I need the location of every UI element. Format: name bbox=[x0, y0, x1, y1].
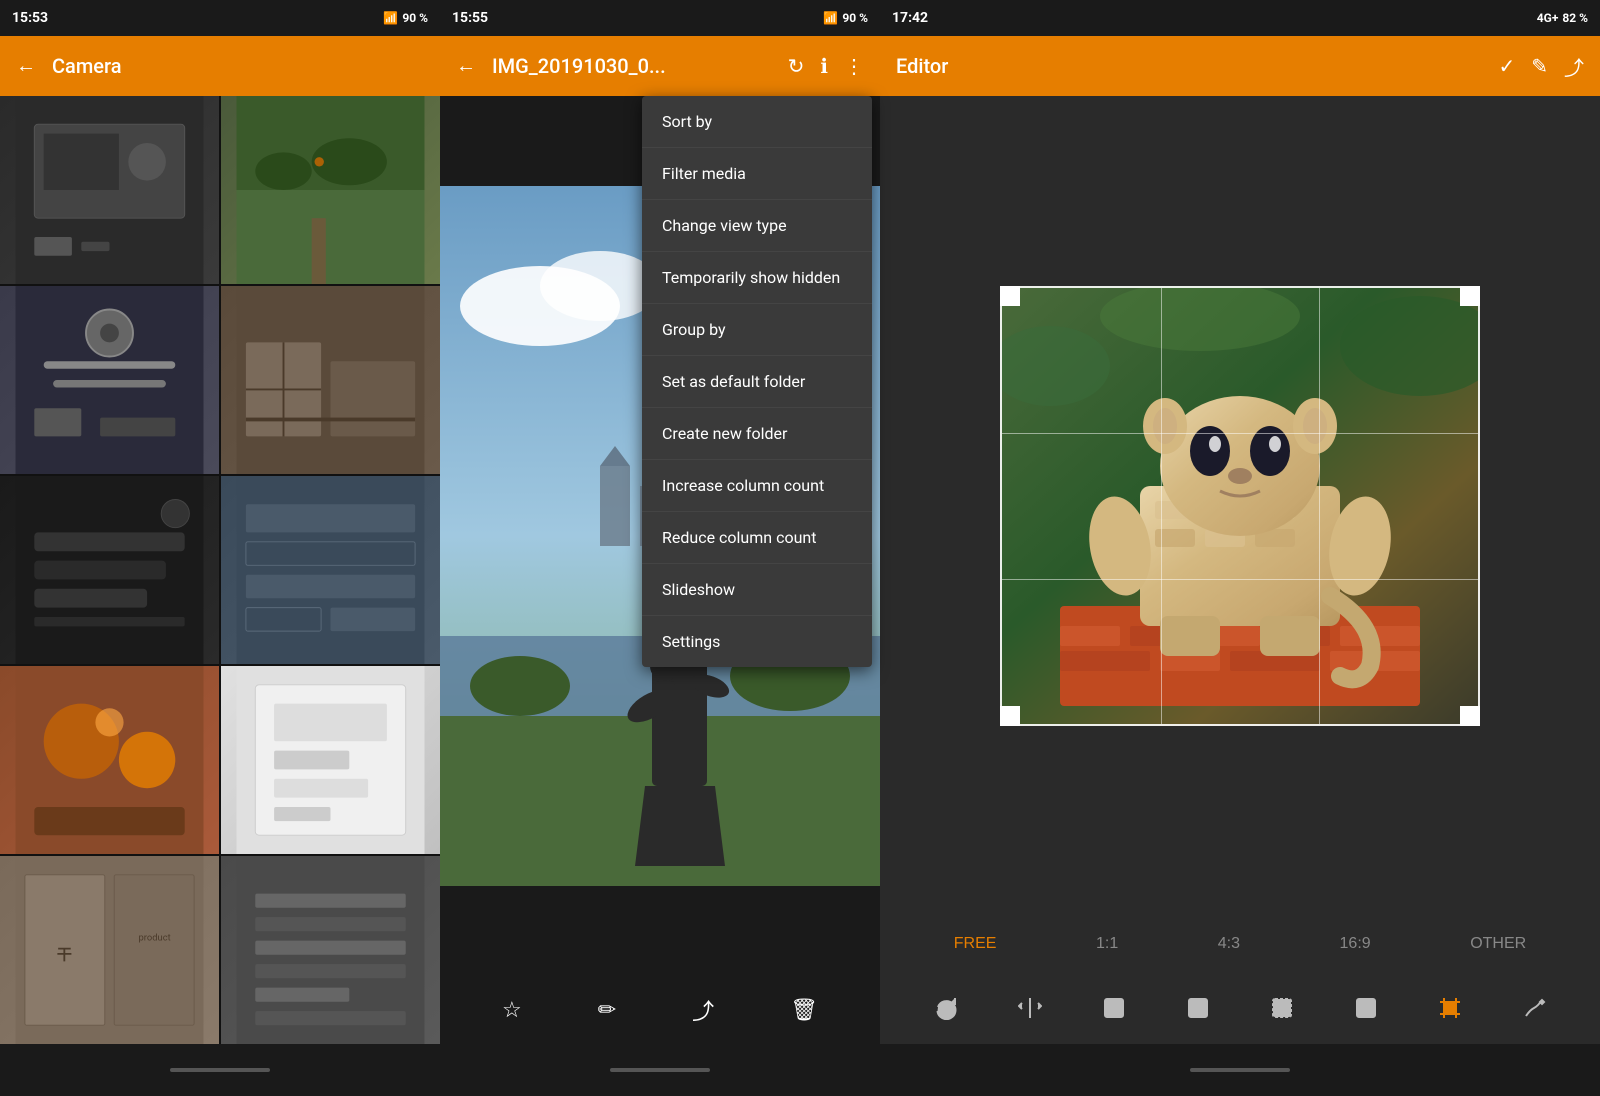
dropdown-menu: Sort by Filter media Change view type Te… bbox=[642, 96, 872, 667]
flip-button[interactable] bbox=[1014, 992, 1046, 1024]
home-indicator-1 bbox=[170, 1068, 270, 1072]
gallery-cell-6[interactable] bbox=[221, 476, 440, 664]
confirm-button[interactable]: ✓ bbox=[1498, 54, 1515, 79]
menu-item-set-as-default-folder[interactable]: Set as default folder bbox=[642, 356, 872, 408]
menu-item-slideshow[interactable]: Slideshow bbox=[642, 564, 872, 616]
menu-item-settings[interactable]: Settings bbox=[642, 616, 872, 667]
crop-active-button[interactable] bbox=[1434, 992, 1466, 1024]
ratio-1-1-button[interactable]: 1:1 bbox=[1088, 931, 1126, 957]
crop-side-button[interactable] bbox=[1182, 992, 1214, 1024]
editor-toolbar-tools bbox=[880, 972, 1600, 1044]
app-bar-3: Editor ✓ ✎ ⤴ bbox=[880, 36, 1600, 96]
panel-editor: 17:42 4G+ 82 % Editor ✓ ✎ ⤴ bbox=[880, 0, 1600, 1096]
menu-item-sort-by[interactable]: Sort by bbox=[642, 96, 872, 148]
svg-text:product: product bbox=[139, 933, 171, 944]
gallery-cell-10[interactable] bbox=[221, 856, 440, 1044]
delete-button[interactable]: 🗑 bbox=[790, 997, 818, 1023]
favorite-button[interactable]: ☆ bbox=[502, 997, 522, 1023]
ratio-other-button[interactable]: OTHER bbox=[1462, 931, 1534, 957]
rotate-cw-icon bbox=[930, 992, 962, 1024]
menu-item-change-view-type[interactable]: Change view type bbox=[642, 200, 872, 252]
gallery-cell-1[interactable] bbox=[0, 96, 219, 284]
menu-item-increase-column-count[interactable]: Increase column count bbox=[642, 460, 872, 512]
ratio-16-9-button[interactable]: 16:9 bbox=[1332, 931, 1379, 957]
bottom-bar-photo: ☆ ✏ ⤴ 🗑 bbox=[440, 976, 880, 1044]
share-button[interactable]: ⤴ bbox=[692, 994, 714, 1026]
menu-item-temporarily-show-hidden[interactable]: Temporarily show hidden bbox=[642, 252, 872, 304]
gallery-cell-2[interactable] bbox=[221, 96, 440, 284]
status-bar-3: 17:42 4G+ 82 % bbox=[880, 0, 1600, 36]
ratio-4-3-button[interactable]: 4:3 bbox=[1210, 931, 1248, 957]
nav-bar-2 bbox=[440, 1044, 880, 1096]
draw-icon bbox=[1518, 992, 1550, 1024]
back-button-2[interactable]: ← bbox=[456, 55, 476, 78]
home-indicator-3 bbox=[1190, 1068, 1290, 1072]
rotate-cw-button[interactable] bbox=[930, 992, 962, 1024]
editor-image-area bbox=[880, 96, 1600, 916]
info-button[interactable]: ℹ bbox=[820, 54, 828, 79]
crop-corner-button[interactable] bbox=[1098, 992, 1130, 1024]
time-1: 15:53 bbox=[12, 10, 48, 26]
menu-item-filter-media[interactable]: Filter media bbox=[642, 148, 872, 200]
app-bar-2: ← IMG_20191030_0... ↻ ℹ ⋮ bbox=[440, 36, 880, 96]
crop-corner-bl[interactable] bbox=[1000, 706, 1020, 726]
flip-icon bbox=[1014, 992, 1046, 1024]
gallery-cell-7[interactable] bbox=[0, 666, 219, 854]
share-editor-button[interactable]: ⤴ bbox=[1564, 52, 1584, 81]
crop-grid bbox=[1000, 286, 1480, 726]
battery-icon-2: 90 % bbox=[842, 11, 868, 25]
crop-corner-br[interactable] bbox=[1460, 706, 1480, 726]
panel-photo-viewer: 15:55 📶 90 % ← IMG_20191030_0... ↻ ℹ ⋮ bbox=[440, 0, 880, 1096]
draw-button[interactable] bbox=[1518, 992, 1550, 1024]
menu-item-reduce-column-count[interactable]: Reduce column count bbox=[642, 512, 872, 564]
battery-icon-3: 82 % bbox=[1562, 11, 1588, 25]
status-icons-1: 📶 90 % bbox=[383, 11, 428, 25]
crop-dotted-button[interactable] bbox=[1266, 992, 1298, 1024]
panel-camera-gallery: 15:53 📶 90 % ← Camera bbox=[0, 0, 440, 1096]
ratio-free-button[interactable]: FREE bbox=[946, 931, 1005, 957]
menu-item-create-new-folder[interactable]: Create new folder bbox=[642, 408, 872, 460]
status-icons-3: 4G+ 82 % bbox=[1537, 11, 1588, 25]
gallery-cell-4[interactable] bbox=[221, 286, 440, 474]
crop-corner-icon bbox=[1098, 992, 1130, 1024]
crop-corner-tl[interactable] bbox=[1000, 286, 1020, 306]
crop-corner-tr[interactable] bbox=[1460, 286, 1480, 306]
menu-item-group-by[interactable]: Group by bbox=[642, 304, 872, 356]
signal-icon: 📶 bbox=[383, 11, 398, 25]
edit-mode-button[interactable]: ✎ bbox=[1531, 54, 1548, 79]
add-image-icon bbox=[1350, 992, 1382, 1024]
time-2: 15:55 bbox=[452, 10, 488, 26]
svg-text:干: 干 bbox=[57, 945, 72, 963]
back-button-1[interactable]: ← bbox=[16, 55, 36, 78]
status-bar-2: 15:55 📶 90 % bbox=[440, 0, 880, 36]
gallery-cell-3[interactable] bbox=[0, 286, 219, 474]
gallery-cell-9[interactable]: 干 product bbox=[0, 856, 219, 1044]
battery-icon: 90 % bbox=[402, 11, 428, 25]
crop-active-icon bbox=[1434, 992, 1466, 1024]
nav-bar-1 bbox=[0, 1044, 440, 1096]
gallery-cell-5[interactable] bbox=[0, 476, 219, 664]
crop-dotted-icon bbox=[1266, 992, 1298, 1024]
signal-icon-3: 4G+ bbox=[1537, 11, 1559, 25]
status-icons-2: 📶 90 % bbox=[823, 11, 868, 25]
gallery-grid: 干 product bbox=[0, 96, 440, 1044]
rotate-button[interactable]: ↻ bbox=[788, 54, 805, 79]
more-button[interactable]: ⋮ bbox=[844, 54, 864, 79]
home-indicator-2 bbox=[610, 1068, 710, 1072]
crop-side-icon bbox=[1182, 992, 1214, 1024]
add-image-button[interactable] bbox=[1350, 992, 1382, 1024]
page-title-1: Camera bbox=[52, 54, 424, 78]
app-bar-1: ← Camera bbox=[0, 36, 440, 96]
page-title-2: IMG_20191030_0... bbox=[492, 54, 772, 78]
page-title-3: Editor bbox=[896, 54, 1482, 78]
edit-button[interactable]: ✏ bbox=[598, 997, 616, 1023]
status-bar-1: 15:53 📶 90 % bbox=[0, 0, 440, 36]
time-3: 17:42 bbox=[892, 10, 928, 26]
gallery-cell-8[interactable] bbox=[221, 666, 440, 854]
signal-icon-2: 📶 bbox=[823, 11, 838, 25]
editor-toolbar-ratios: FREE 1:1 4:3 16:9 OTHER bbox=[880, 916, 1600, 972]
crop-grid-horizontal bbox=[1002, 288, 1478, 724]
nav-bar-3 bbox=[880, 1044, 1600, 1096]
crop-image-container[interactable] bbox=[1000, 286, 1480, 726]
